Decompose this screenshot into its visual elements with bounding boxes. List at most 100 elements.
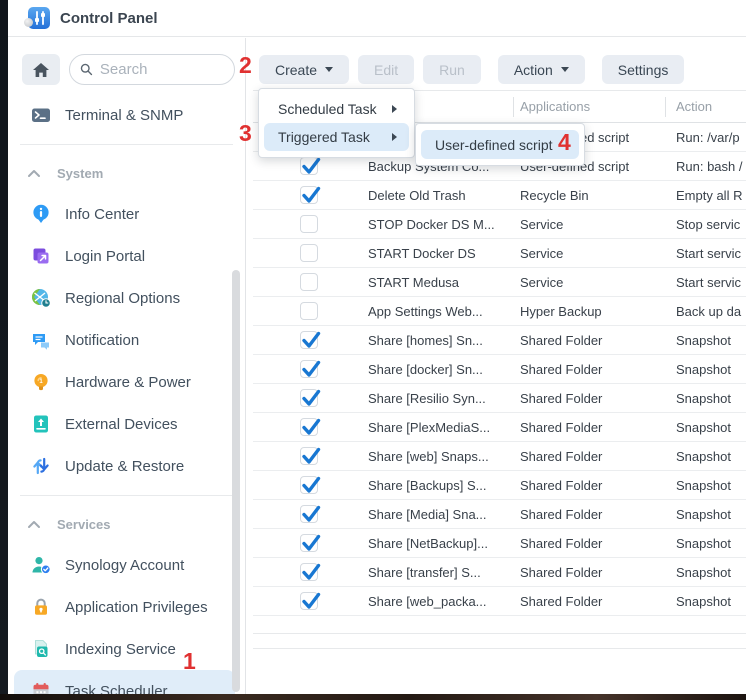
checkbox-checked[interactable] <box>300 476 318 494</box>
chevron-up-icon <box>27 166 41 181</box>
checkbox-cell <box>300 186 321 204</box>
table-footer-line <box>253 648 746 649</box>
checkbox-cell <box>300 389 321 407</box>
table-row[interactable]: Delete Old TrashRecycle BinEmpty all R <box>253 181 746 210</box>
settings-button[interactable]: Settings <box>602 55 685 84</box>
checkbox-checked[interactable] <box>300 360 318 378</box>
table-row[interactable]: Share [PlexMediaS...Shared FolderSnapsho… <box>253 413 746 442</box>
table-row[interactable]: Share [Resilio Syn...Shared FolderSnapsh… <box>253 384 746 413</box>
checkbox-checked[interactable] <box>300 505 318 523</box>
checkbox-unchecked[interactable] <box>300 273 318 291</box>
login-portal-icon <box>31 246 51 266</box>
checkbox-unchecked[interactable] <box>300 302 318 320</box>
sidebar-item-synology-account[interactable]: Synology Account <box>14 544 235 586</box>
task-name-cell: App Settings Web... <box>368 304 520 319</box>
application-cell: Shared Folder <box>520 507 665 522</box>
sidebar-section-label: Services <box>57 517 111 532</box>
action-button[interactable]: Action <box>498 55 585 84</box>
task-name-cell: Share [NetBackup]... <box>368 536 520 551</box>
menu-item-scheduled-task[interactable]: Scheduled Task <box>264 95 409 123</box>
hardware-power-icon: 1 <box>31 372 51 392</box>
sidebar-divider <box>20 144 233 145</box>
home-button[interactable] <box>22 54 60 85</box>
column-header-action[interactable]: Action <box>676 99 746 114</box>
sidebar-item-regional-options[interactable]: Regional Options <box>14 277 235 319</box>
sidebar-item-application-privileges[interactable]: Application Privileges <box>14 586 235 628</box>
table-row[interactable]: Share [docker] Sn...Shared FolderSnapsho… <box>253 355 746 384</box>
caret-down-icon <box>325 67 333 72</box>
sidebar-item-login-portal[interactable]: Login Portal <box>14 235 235 277</box>
task-name-cell: Share [web_packa... <box>368 594 520 609</box>
action-cell: Snapshot <box>676 536 746 551</box>
checkbox-checked[interactable] <box>300 389 318 407</box>
sidebar: Terminal & SNMP System Info Center Login Po… <box>8 38 246 694</box>
menu-item-label: Scheduled Task <box>278 101 377 117</box>
application-cell: Shared Folder <box>520 449 665 464</box>
sidebar-item-label: Task Scheduler <box>65 683 168 695</box>
sidebar-item-info-center[interactable]: Info Center <box>14 193 235 235</box>
checkbox-cell <box>300 360 321 378</box>
search-box[interactable] <box>69 54 235 85</box>
checkbox-checked[interactable] <box>300 418 318 436</box>
annotation-4: 4 <box>558 131 571 154</box>
table-row[interactable]: STOP Docker DS M...ServiceStop servic <box>253 210 746 239</box>
checkbox-checked[interactable] <box>300 331 318 349</box>
sidebar-item-label: Application Privileges <box>65 599 208 616</box>
create-button[interactable]: Create <box>259 55 349 84</box>
menu-item-triggered-task[interactable]: Triggered Task <box>264 123 409 151</box>
table-row[interactable]: Share [Backups] S...Shared FolderSnapsho… <box>253 471 746 500</box>
action-cell: Run: bash / <box>676 159 746 174</box>
table-row[interactable]: Share [web_packa...Shared FolderSnapshot <box>253 587 746 616</box>
table-row[interactable]: Share [Media] Sna...Shared FolderSnapsho… <box>253 500 746 529</box>
search-input[interactable] <box>100 61 224 78</box>
indexing-service-icon <box>31 639 51 659</box>
task-name-cell: Share [Media] Sna... <box>368 507 520 522</box>
checkbox-unchecked[interactable] <box>300 215 318 233</box>
sidebar-item-indexing-service[interactable]: Indexing Service <box>14 628 235 670</box>
action-cell: Snapshot <box>676 333 746 348</box>
table-row[interactable]: START Docker DSServiceStart servic <box>253 239 746 268</box>
table-row[interactable]: App Settings Web...Hyper BackupBack up d… <box>253 297 746 326</box>
sidebar-section-system[interactable]: System <box>8 153 245 193</box>
column-header-applications[interactable]: Applications <box>520 99 665 114</box>
sidebar-item-label: Info Center <box>65 206 139 223</box>
checkbox-cell <box>300 592 321 610</box>
checkbox-cell <box>300 331 321 349</box>
sidebar-item-update-restore[interactable]: Update & Restore <box>14 445 235 487</box>
application-cell: Shared Folder <box>520 565 665 580</box>
sidebar-item-label: Login Portal <box>65 248 145 265</box>
table-row[interactable]: Share [homes] Sn...Shared FolderSnapshot <box>253 326 746 355</box>
sidebar-item-terminal-snmp[interactable]: Terminal & SNMP <box>14 94 235 136</box>
checkbox-cell <box>300 418 321 436</box>
sidebar-item-hardware-power[interactable]: 1Hardware & Power <box>14 361 235 403</box>
checkbox-checked[interactable] <box>300 563 318 581</box>
checkbox-checked[interactable] <box>300 157 318 175</box>
table-row[interactable]: START MedusaServiceStart servic <box>253 268 746 297</box>
checkbox-cell <box>300 505 321 523</box>
table-row[interactable]: Share [web] Snaps...Shared FolderSnapsho… <box>253 442 746 471</box>
checkbox-unchecked[interactable] <box>300 244 318 262</box>
checkbox-checked[interactable] <box>300 447 318 465</box>
sidebar-item-notification[interactable]: Notification <box>14 319 235 361</box>
edit-button[interactable]: Edit <box>358 55 414 84</box>
action-cell: Snapshot <box>676 362 746 377</box>
menu-item-label: Triggered Task <box>278 129 370 145</box>
sidebar-section-services[interactable]: Services <box>8 504 245 544</box>
table-footer-line <box>253 633 746 634</box>
sidebar-item-external-devices[interactable]: External Devices <box>14 403 235 445</box>
sidebar-scrollbar[interactable] <box>232 270 240 692</box>
checkbox-checked[interactable] <box>300 534 318 552</box>
search-icon <box>80 62 93 77</box>
task-name-cell: Share [Resilio Syn... <box>368 391 520 406</box>
checkbox-checked[interactable] <box>300 186 318 204</box>
action-cell: Empty all R <box>676 188 746 203</box>
run-button[interactable]: Run <box>423 55 481 84</box>
table-row[interactable]: Share [NetBackup]...Shared FolderSnapsho… <box>253 529 746 558</box>
checkbox-checked[interactable] <box>300 592 318 610</box>
table-row[interactable]: Share [transfer] S...Shared FolderSnapsh… <box>253 558 746 587</box>
sidebar-item-task-scheduler[interactable]: Task Scheduler <box>14 670 235 694</box>
checkbox-cell <box>300 157 321 175</box>
task-name-cell: Share [web] Snaps... <box>368 449 520 464</box>
submenu-item-user-defined-script[interactable]: User-defined script <box>421 130 579 159</box>
sidebar-item-label: Regional Options <box>65 290 180 307</box>
